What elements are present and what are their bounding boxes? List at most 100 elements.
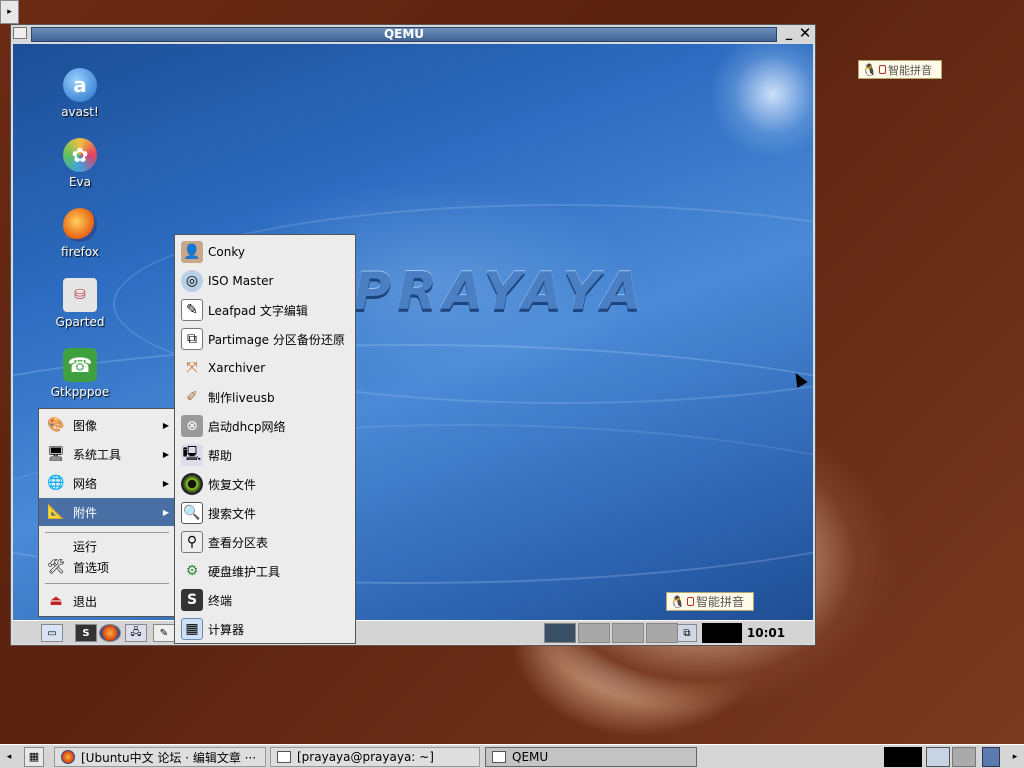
- menu-item-label: 运行: [73, 539, 98, 554]
- menu-item-label: 图像: [73, 418, 98, 433]
- menu-item-accessories[interactable]: 📐 附件 ▶: [39, 498, 174, 526]
- submenu-item-liveusb[interactable]: ✐ 制作liveusb: [175, 383, 355, 411]
- task-label: [Ubuntu中文 论坛 · 编辑文章 ···: [81, 750, 257, 765]
- image-icon: 🎨: [47, 417, 65, 433]
- workspace-2[interactable]: [578, 623, 610, 643]
- run-icon: [45, 536, 67, 556]
- menu-item-label: 附件: [73, 505, 98, 520]
- workspace-3[interactable]: [612, 623, 644, 643]
- desktop-icon-label: firefox: [61, 245, 99, 259]
- cpu-monitor: [702, 623, 742, 643]
- submenu-item-label: 硬盘维护工具: [208, 564, 281, 579]
- guest-taskbar: ▭ S 🖧 ✎ ⧉ 10:01: [13, 620, 813, 644]
- archive-icon: ⤧: [186, 360, 198, 376]
- guest-clock[interactable]: 10:01: [744, 624, 788, 642]
- desktop-icon-gtkpppoe[interactable]: ☎ Gtkpppoe: [40, 348, 120, 399]
- submenu-item-leafpad[interactable]: ✎ Leafpad 文字编辑: [175, 296, 355, 324]
- submenu-item-terminal[interactable]: S 终端: [175, 586, 355, 614]
- network-icon[interactable]: ⧉: [677, 624, 697, 642]
- task-firefox[interactable]: [Ubuntu中文 论坛 · 编辑文章 ···: [54, 747, 266, 767]
- conky-icon: 👤: [181, 241, 203, 263]
- workspace-4[interactable]: [646, 623, 678, 643]
- submenu-item-label: ISO Master: [208, 274, 274, 288]
- submenu-arrow-icon: ▶: [162, 507, 169, 517]
- submenu-item-help[interactable]: 🖳 帮助: [175, 441, 355, 469]
- submenu-item-calculator[interactable]: ▦ 计算器: [175, 615, 355, 643]
- menu-item-images[interactable]: 🎨 图像 ▶: [39, 411, 174, 439]
- submenu-item-disk-tools[interactable]: ⚙ 硬盘维护工具: [175, 557, 355, 585]
- accessories-submenu: 👤 Conky ◎ ISO Master ✎ Leafpad 文字编辑 ⧉ Partim…: [174, 234, 356, 644]
- submenu-item-label: 查看分区表: [208, 535, 269, 550]
- menu-item-preferences[interactable]: 🛠 首选项: [39, 555, 174, 579]
- calculator-icon: ▦: [181, 618, 203, 640]
- guest-ime-label: 智能拼音: [695, 595, 744, 609]
- file-manager-icon[interactable]: 🖧: [125, 624, 147, 642]
- firefox-icon[interactable]: [99, 624, 121, 642]
- workspace-1[interactable]: [544, 623, 576, 643]
- qemu-titlebar[interactable]: QEMU _ ✕: [11, 25, 815, 43]
- submenu-item-dhcp[interactable]: ⊗ 启动dhcp网络: [175, 412, 355, 440]
- desktop-icon-avast[interactable]: a avast!: [40, 68, 120, 119]
- desktop-icon-label: Gtkpppoe: [50, 385, 110, 399]
- lock-icon: [878, 65, 886, 74]
- submenu-item-search[interactable]: 🔍 搜索文件: [175, 499, 355, 527]
- desktop-icon-eva[interactable]: ✿ Eva: [40, 138, 120, 189]
- usb-icon: ✐: [186, 389, 198, 405]
- desktop-icon-label: avast!: [61, 105, 99, 119]
- menu-separator: [45, 583, 169, 584]
- close-button[interactable]: ✕: [797, 26, 813, 41]
- corner-menu-button[interactable]: ▸: [0, 0, 19, 24]
- host-ime-indicator[interactable]: 🐧 智能拼音: [858, 60, 942, 79]
- qemu-title[interactable]: QEMU: [31, 27, 777, 42]
- penguin-icon: 🐧: [670, 594, 685, 609]
- firefox-icon: [63, 208, 97, 242]
- workspace-1[interactable]: [926, 747, 950, 767]
- main-menu: 🎨 图像 ▶ 🖥 系统工具 ▶ 🌐 网络 ▶ 📐 附件 ▶ 运行 🛠 首选项 ⏏…: [38, 408, 175, 617]
- terminal-icon[interactable]: S: [75, 624, 97, 642]
- submenu-item-partition-table[interactable]: ⚲ 查看分区表: [175, 528, 355, 556]
- guest-ime-indicator[interactable]: 🐧 智能拼音: [666, 592, 754, 611]
- taskbar-scroll-right[interactable]: ▸: [1008, 748, 1022, 766]
- help-icon: 🖳: [181, 444, 203, 466]
- task-qemu[interactable]: QEMU: [485, 747, 697, 767]
- submenu-item-partimage[interactable]: ⧉ Partimage 分区备份还原: [175, 325, 355, 353]
- submenu-item-label: 搜索文件: [208, 506, 257, 521]
- window-menu-button[interactable]: [13, 27, 27, 39]
- show-desktop-icon[interactable]: ▦: [24, 747, 44, 767]
- terminal-icon: S: [181, 589, 203, 611]
- desktop-icon-firefox[interactable]: firefox: [40, 208, 120, 259]
- notepad-icon: ✎: [181, 299, 203, 321]
- task-terminal[interactable]: [prayaya@prayaya: ~]: [270, 747, 480, 767]
- terminal-icon: [277, 751, 291, 763]
- menu-item-system-tools[interactable]: 🖥 系统工具 ▶: [39, 440, 174, 468]
- avast-icon: a: [63, 68, 97, 102]
- menu-item-label: 首选项: [73, 560, 110, 575]
- submenu-item-recover[interactable]: 恢复文件: [175, 470, 355, 498]
- recover-icon: [181, 473, 203, 495]
- accessories-icon: 📐: [47, 504, 65, 520]
- workspace-2[interactable]: [952, 747, 976, 767]
- submenu-item-iso-master[interactable]: ◎ ISO Master: [175, 267, 355, 295]
- submenu-item-xarchiver[interactable]: ⤧ Xarchiver: [175, 354, 355, 382]
- window-list-icon[interactable]: [982, 747, 1000, 767]
- firefox-icon: [61, 750, 75, 764]
- menu-item-run[interactable]: 运行: [39, 535, 174, 557]
- computer-icon: 🖥: [47, 446, 65, 462]
- menu-item-network[interactable]: 🌐 网络 ▶: [39, 469, 174, 497]
- submenu-item-conky[interactable]: 👤 Conky: [175, 238, 355, 266]
- show-desktop-icon[interactable]: ▭: [41, 624, 63, 642]
- editor-icon[interactable]: ✎: [153, 624, 175, 642]
- taskbar-scroll-left[interactable]: ◂: [2, 748, 16, 766]
- eva-icon: ✿: [63, 138, 97, 172]
- desktop-icon-label: Eva: [68, 175, 92, 189]
- phone-icon: ☎: [63, 348, 97, 382]
- menu-item-label: 系统工具: [73, 447, 122, 462]
- task-label: QEMU: [512, 750, 549, 764]
- network-card-icon: ⊗: [181, 415, 203, 437]
- partition-view-icon: ⚲: [181, 531, 203, 553]
- menu-item-label: 退出: [73, 594, 98, 609]
- menu-item-exit[interactable]: ⏏ 退出: [39, 587, 174, 615]
- desktop-icon-label: Gparted: [55, 315, 105, 329]
- desktop-icon-gparted[interactable]: ⛁ Gparted: [40, 278, 120, 329]
- minimize-button[interactable]: _: [782, 26, 796, 41]
